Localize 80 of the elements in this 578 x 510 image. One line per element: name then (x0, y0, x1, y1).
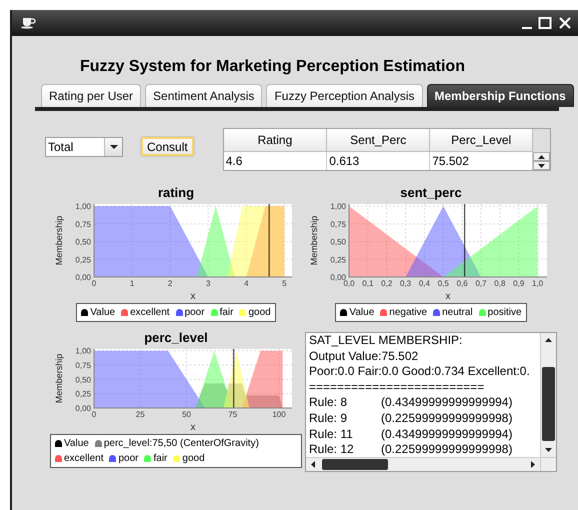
tick-label: 0,4 (418, 279, 430, 288)
tick-label: 0,75 (75, 361, 91, 370)
rule-label: Rule: 9 (309, 410, 348, 427)
legend-label: excellent (64, 452, 104, 466)
legend-label: poor (184, 306, 205, 320)
legend-label: negative (389, 306, 428, 320)
rule-weight: (0.43499999999999994) (381, 395, 512, 411)
tick-label: 0,9 (513, 279, 524, 288)
legend-label: Value (90, 306, 116, 320)
tick-label: 0,3 (400, 279, 412, 288)
rule-label: Rule: 12 (309, 442, 355, 457)
tick-label: 0,1 (362, 279, 374, 288)
axis-title: x (190, 422, 196, 433)
tick-label: 0,2 (381, 279, 392, 288)
tick-label: 5 (282, 279, 287, 288)
legend-label: good (248, 306, 271, 320)
log-line: Output Value:75.502 (309, 348, 420, 364)
log-line: ========================= (309, 380, 486, 396)
legend-label: perc_level:75,50 (CenterOfGravity) (104, 437, 259, 451)
legend-label: positive (488, 306, 522, 320)
tick-label: 0,25 (75, 390, 91, 399)
tick-label: 0,00 (75, 404, 91, 413)
table-cell: 4.6 (224, 151, 327, 170)
chart-title: rating (156, 185, 196, 201)
tick-label: 0,0 (343, 279, 355, 288)
column-header: Rating (224, 129, 327, 151)
legend-label: poor (118, 452, 138, 466)
tick-label: 1,00 (75, 346, 91, 356)
rule-label: Rule: 8 (309, 395, 348, 411)
tick-label: 50 (182, 410, 191, 419)
tick-label: 0,75 (75, 220, 91, 229)
chart-title: perc_level (143, 330, 209, 346)
tick-label: 0,25 (330, 255, 346, 264)
tick-label: 0,00 (330, 273, 346, 282)
axis-title: Membership (54, 216, 64, 266)
rule-weight: (0.22599999999999998) (381, 442, 512, 457)
column-header: Sent_Perc (326, 129, 430, 151)
tick-label: 0,50 (75, 238, 91, 247)
legend-label: Value (349, 306, 374, 320)
tick-label: 3 (206, 279, 210, 288)
tick-label: 1,00 (330, 202, 346, 212)
tick-label: 0,7 (475, 279, 487, 288)
log-line: Poor:0.0 Fair:0.0 Good:0.734 Excellent:0. (309, 364, 531, 380)
tick-label: 2 (168, 279, 172, 288)
legend-label: fair (153, 452, 168, 466)
tick-label: 0,50 (330, 238, 346, 247)
axis-title: x (190, 291, 196, 302)
axis-title: Membership (54, 354, 64, 404)
legend-label: excellent (130, 306, 170, 320)
tick-label: 1,00 (75, 202, 91, 212)
tick-label: 75 (228, 410, 238, 419)
tick-label: 0,75 (330, 220, 346, 229)
table-cell: 0.613 (326, 151, 430, 170)
tick-label: 0,00 (75, 273, 91, 282)
tick-label: 4 (244, 279, 249, 288)
table-cell: 75.502 (430, 151, 533, 170)
tick-label: 25 (136, 410, 145, 419)
chart-title: sent_perc (399, 185, 463, 201)
tick-label: 0,6 (456, 279, 468, 288)
tick-label: 0,5 (438, 279, 449, 288)
tick-label: 0,25 (75, 255, 91, 264)
column-header: Perc_Level (430, 129, 533, 151)
legend-label: fair (220, 306, 234, 320)
axis-title: Membership (309, 216, 319, 266)
tick-label: 1 (130, 279, 134, 288)
tick-label: 0 (92, 279, 96, 288)
rule-weight: (0.22599999999999998) (381, 410, 512, 427)
legend-label: Value (64, 437, 89, 451)
app-heading: Fuzzy System for Marketing Perception Estimation (80, 57, 466, 77)
log-line: SAT_LEVEL MEMBERSHIP: (309, 333, 464, 349)
tick-label: 100 (272, 410, 286, 419)
tick-label: 1,0 (532, 279, 544, 288)
tick-label: 0,50 (75, 375, 91, 384)
rule-label: Rule: 11 (309, 426, 354, 442)
tick-label: 0,8 (494, 279, 506, 288)
axis-title: x (446, 291, 450, 302)
legend-label: good (182, 452, 205, 466)
rule-weight: (0.43499999999999994) (381, 426, 512, 442)
legend-label: neutral (442, 306, 473, 320)
tick-label: 0 (92, 410, 96, 419)
